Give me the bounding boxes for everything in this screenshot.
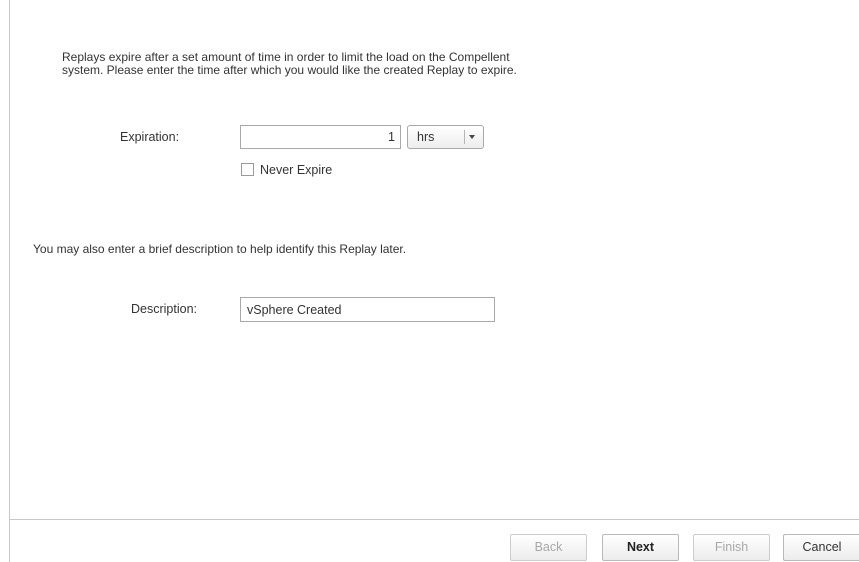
select-divider bbox=[464, 130, 465, 144]
expiration-unit-value: hrs bbox=[417, 130, 435, 144]
back-button[interactable]: Back bbox=[510, 534, 587, 561]
description-instructions: You may also enter a brief description t… bbox=[33, 242, 407, 256]
chevron-down-icon bbox=[469, 135, 475, 139]
expiration-value-input[interactable] bbox=[240, 125, 401, 149]
finish-button[interactable]: Finish bbox=[693, 534, 770, 561]
description-input[interactable] bbox=[240, 297, 495, 322]
footer-divider bbox=[10, 519, 859, 520]
never-expire-label[interactable]: Never Expire bbox=[260, 163, 332, 177]
description-label: Description: bbox=[131, 302, 197, 316]
never-expire-checkbox[interactable] bbox=[241, 163, 254, 176]
expiration-label: Expiration: bbox=[120, 130, 180, 144]
next-button[interactable]: Next bbox=[602, 534, 679, 561]
expiration-unit-select[interactable]: hrs bbox=[407, 125, 484, 149]
expiration-instructions: Replays expire after a set amount of tim… bbox=[62, 51, 662, 77]
instruction-line-2: system. Please enter the time after whic… bbox=[62, 63, 517, 77]
cancel-button[interactable]: Cancel bbox=[783, 534, 859, 561]
wizard-panel: Replays expire after a set amount of tim… bbox=[9, 0, 859, 562]
